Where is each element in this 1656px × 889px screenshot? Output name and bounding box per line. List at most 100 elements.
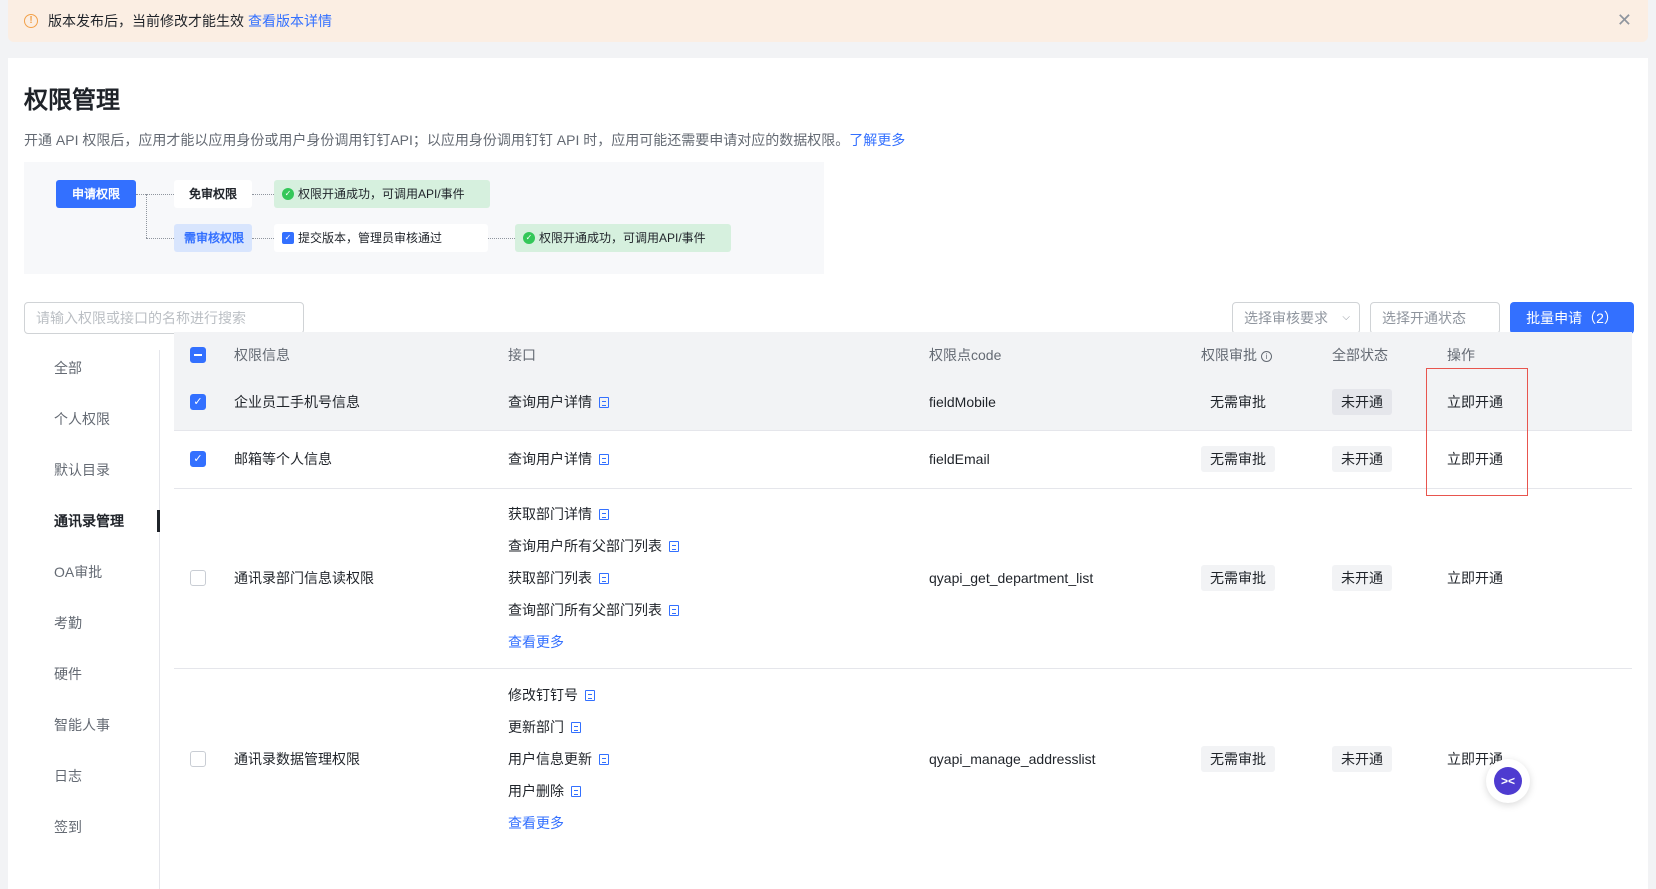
status-badge: 未开通: [1332, 565, 1392, 591]
doc-icon[interactable]: [599, 754, 609, 765]
chevron-down-icon: ⌵: [1342, 312, 1350, 323]
api-item[interactable]: 用户信息更新: [508, 749, 609, 769]
warning-icon: !: [24, 14, 38, 28]
table-row: 通讯录数据管理权限 修改钉钉号 更新部门 用户信息更新 用户删除 查看更多 qy…: [174, 669, 1632, 849]
flow-connector: [146, 194, 147, 238]
permission-flow-diagram: 申请权限 免审权限 需审核权限 ✓ 权限开通成功，可调用API/事件 ✓ 提交版…: [24, 162, 824, 274]
sidebar-item-checkin[interactable]: 签到: [54, 817, 82, 837]
api-item[interactable]: 更新部门: [508, 717, 581, 737]
flow-connector: [252, 238, 274, 239]
api-item[interactable]: 获取部门列表: [508, 568, 609, 588]
header-status[interactable]: 全部状态: [1332, 345, 1388, 365]
doc-icon[interactable]: [571, 722, 581, 733]
success-label-2: 权限开通成功，可调用API/事件: [539, 231, 706, 245]
action-highlight-box: [1426, 368, 1528, 496]
close-icon[interactable]: ✕: [1617, 11, 1632, 29]
batch-apply-button[interactable]: 批量申请（2）: [1510, 302, 1634, 334]
doc-icon[interactable]: [585, 690, 595, 701]
see-more-link[interactable]: 查看更多: [508, 813, 564, 833]
flow-connector: [488, 238, 515, 239]
page-description: 开通 API 权限后，应用才能以应用身份或用户身份调用钉钉API；以应用身份调用…: [24, 130, 905, 150]
category-sidebar: 全部 个人权限 默认目录 通讯录管理 OA审批 考勤 硬件 智能人事 日志 签到: [24, 350, 160, 889]
sidebar-item-default[interactable]: 默认目录: [54, 460, 110, 480]
sidebar-item-log[interactable]: 日志: [54, 766, 82, 786]
permission-name: 企业员工手机号信息: [234, 394, 360, 410]
select-all-checkbox[interactable]: [190, 347, 206, 363]
table-header: 权限信息 接口 权限点code 权限审批 i 全部状态 操作: [174, 332, 1632, 378]
api-item[interactable]: 用户删除: [508, 781, 581, 801]
description-text: 开通 API 权限后，应用才能以应用身份或用户身份调用钉钉API；以应用身份调用…: [24, 132, 850, 148]
sidebar-item-oa[interactable]: OA审批: [54, 562, 102, 582]
row-checkbox[interactable]: [190, 570, 206, 586]
sidebar-item-hardware[interactable]: 硬件: [54, 664, 82, 684]
info-icon[interactable]: i: [1261, 351, 1272, 362]
learn-more-link[interactable]: 了解更多: [849, 132, 905, 148]
permission-name: 通讯录数据管理权限: [234, 751, 360, 767]
review-permission-node: 需审核权限: [174, 224, 252, 252]
view-version-details-link[interactable]: 查看版本详情: [248, 11, 332, 31]
success-label: 权限开通成功，可调用API/事件: [298, 187, 465, 201]
checklist-icon: ✓: [282, 232, 294, 244]
api-item[interactable]: 查询用户详情: [508, 449, 609, 469]
flow-connector: [146, 238, 174, 239]
row-checkbox[interactable]: [190, 751, 206, 767]
approval-tag: 无需审批: [1201, 389, 1275, 415]
sidebar-item-all[interactable]: 全部: [54, 358, 82, 378]
header-action: 操作: [1447, 347, 1475, 363]
open-status-select[interactable]: 选择开通状态: [1370, 302, 1500, 334]
api-item[interactable]: 查询部门所有父部门列表: [508, 600, 679, 620]
api-name: 更新部门: [508, 719, 564, 735]
status-badge: 未开通: [1332, 746, 1392, 772]
table-row: 通讯录部门信息读权限 获取部门详情 查询用户所有父部门列表 获取部门列表 查询部…: [174, 489, 1632, 669]
approval-tag: 无需审批: [1201, 565, 1275, 591]
row-checkbox[interactable]: ✓: [190, 451, 206, 467]
permission-code: qyapi_get_department_list: [929, 570, 1094, 586]
permission-name: 邮箱等个人信息: [234, 451, 332, 467]
table-row: ✓ 企业员工手机号信息 查询用户详情 fieldMobile 无需审批 未开通 …: [174, 374, 1632, 431]
header-code: 权限点code: [929, 347, 1002, 363]
doc-icon[interactable]: [669, 605, 679, 616]
version-notice-banner: ! 版本发布后，当前修改才能生效 查看版本详情 ✕: [8, 0, 1648, 42]
review-requirement-select[interactable]: 选择审核要求 ⌵: [1232, 302, 1360, 334]
sidebar-item-contacts[interactable]: 通讯录管理: [54, 511, 124, 531]
search-input[interactable]: [24, 302, 304, 334]
api-name: 获取部门列表: [508, 570, 592, 586]
api-name: 获取部门详情: [508, 506, 592, 522]
api-name: 查询部门所有父部门列表: [508, 602, 662, 618]
sidebar-item-personal[interactable]: 个人权限: [54, 409, 110, 429]
submit-version-node: ✓ 提交版本，管理员审核通过: [274, 224, 488, 252]
free-permission-node: 免审权限: [174, 180, 252, 208]
doc-icon[interactable]: [571, 786, 581, 797]
api-name: 查询用户详情: [508, 451, 592, 467]
api-item[interactable]: 修改钉钉号: [508, 685, 595, 705]
api-name: 修改钉钉号: [508, 687, 578, 703]
status-select-value: 选择开通状态: [1382, 310, 1466, 326]
api-item[interactable]: 查询用户详情: [508, 392, 609, 412]
api-item[interactable]: 查询用户所有父部门列表: [508, 536, 679, 556]
permission-code: qyapi_manage_addresslist: [929, 751, 1096, 767]
permission-name: 通讯录部门信息读权限: [234, 570, 374, 586]
sidebar-item-attendance[interactable]: 考勤: [54, 613, 82, 633]
doc-icon[interactable]: [669, 541, 679, 552]
doc-icon[interactable]: [599, 397, 609, 408]
success-node: ✓ 权限开通成功，可调用API/事件: [274, 180, 490, 208]
doc-icon[interactable]: [599, 509, 609, 520]
chat-assistant-icon: ><: [1494, 767, 1522, 795]
header-api: 接口: [508, 347, 536, 363]
open-now-button[interactable]: 立即开通: [1447, 568, 1503, 588]
see-more-link[interactable]: 查看更多: [508, 632, 564, 652]
sidebar-item-hr[interactable]: 智能人事: [54, 715, 110, 735]
table-row: ✓ 邮箱等个人信息 查询用户详情 fieldEmail 无需审批 未开通 立即开…: [174, 431, 1632, 489]
doc-icon[interactable]: [599, 573, 609, 584]
api-item[interactable]: 获取部门详情: [508, 504, 609, 524]
permission-code: fieldMobile: [929, 394, 996, 410]
header-info: 权限信息: [234, 347, 290, 363]
status-badge: 未开通: [1332, 446, 1392, 472]
header-approval-label: 权限审批: [1201, 347, 1257, 363]
chat-assistant-button[interactable]: ><: [1486, 759, 1530, 803]
active-indicator: [157, 510, 160, 532]
api-name: 用户信息更新: [508, 751, 592, 767]
banner-message: 版本发布后，当前修改才能生效: [48, 13, 244, 29]
row-checkbox[interactable]: ✓: [190, 394, 206, 410]
doc-icon[interactable]: [599, 454, 609, 465]
